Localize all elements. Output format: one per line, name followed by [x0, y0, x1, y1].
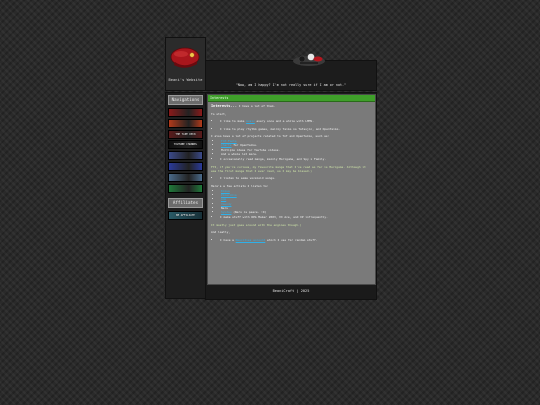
- list-item: I listen to some vocaloid songs.: [220, 176, 372, 180]
- nav-button-4[interactable]: YOUTUBE CHANNEL: [168, 140, 203, 150]
- interest-list-neocities: I have a Neocities account which I use f…: [211, 238, 372, 242]
- artist-item: Syudou (Neru is peace. :D): [221, 210, 372, 214]
- interest-list-games: I like to play rhythm games, mainly Taik…: [211, 127, 372, 131]
- affiliates-heading: Affiliates: [168, 197, 203, 208]
- nav-button-list: THE TAPE DECK YOUTUBE CHANNEL: [166, 108, 205, 193]
- nav-button-3[interactable]: THE TAPE DECK: [168, 129, 203, 139]
- main-panel: Interests Interests... I have a lot of t…: [205, 92, 377, 300]
- nav-button-label: THE TAPE DECK: [175, 132, 196, 136]
- text-span: which I use for random stuff.: [265, 237, 318, 242]
- nav-button-label: YOUTUBE CHANNEL: [173, 143, 198, 147]
- footer: BeaniCraft | 2025: [272, 289, 310, 293]
- nav-button-5[interactable]: [168, 151, 203, 161]
- interest-list-rpgmaker: I make stuff with RPG Maker 2003, VX Ace…: [211, 215, 372, 219]
- list-item: I make stuff with RPG Maker 2003, VX Ace…: [220, 215, 372, 219]
- lastly-text: And lastly,: [211, 230, 231, 235]
- interest-list-music: I like to make music every once and a wh…: [211, 119, 372, 123]
- artist-text: (Neru is peace. :D): [231, 209, 267, 214]
- projects-list: TnT FontsCharts for OpenTaiko.Multiple i…: [211, 139, 372, 156]
- nav-button-8[interactable]: [168, 183, 203, 193]
- artists-list: KikuoPinocchioAdoVaundyNeruSyudou (Neru …: [211, 189, 372, 214]
- project-item: And a whole lot more.: [221, 152, 372, 156]
- mascot-icon: [293, 53, 325, 66]
- intro-line: Interests... I have a lot of them.: [211, 104, 372, 108]
- nav-button-1[interactable]: [168, 108, 203, 117]
- intro-rest: I have a lot of them.: [236, 104, 276, 108]
- list-item: I like to play rhythm games, mainly Taik…: [220, 127, 372, 131]
- beret-logo-icon: [170, 47, 200, 68]
- text-span: I have a: [220, 237, 236, 242]
- logo-box: Beani's Website: [165, 37, 206, 91]
- neocities-link[interactable]: Neocities account: [236, 238, 266, 242]
- content-box: Interests Interests... I have a lot of t…: [207, 94, 376, 285]
- interest-list-manga: I occasionally read manga, mainly Morigu…: [211, 157, 372, 161]
- manga-note: FYI, if you're curious, my favourite man…: [211, 164, 366, 173]
- list-item: I like to make music every once and a wh…: [220, 119, 372, 123]
- text-span: every once and a while with LMMS.: [254, 119, 314, 123]
- nav-button-6[interactable]: [168, 161, 203, 171]
- affiliate-button-label: BE AFFILIATE: [176, 213, 195, 217]
- rpgmaker-note: It mostly just goes around with the engi…: [211, 222, 302, 227]
- projects-intro: I also have a lot of projects related to…: [211, 134, 330, 138]
- project-text: And a whole lot more.: [221, 151, 258, 156]
- music-link[interactable]: music: [246, 119, 255, 123]
- tab-interests[interactable]: Interests: [208, 95, 375, 102]
- nav-button-7[interactable]: [168, 172, 203, 182]
- header-banner: "Now, am I happy? I'm not really sure if…: [205, 53, 377, 91]
- affiliate-button[interactable]: BE AFFILIATE: [168, 210, 203, 220]
- interest-list-vocaloid: I listen to some vocaloid songs.: [211, 176, 372, 180]
- sidebar: Navigations THE TAPE DECK YOUTUBE CHANNEL…: [165, 92, 206, 299]
- content-body: Interests... I have a lot of them. To st…: [208, 102, 375, 247]
- artist-link[interactable]: Syudou: [221, 210, 231, 214]
- header-quote: "Now, am I happy? I'm not really sure if…: [235, 83, 347, 87]
- navigation-heading: Navigations: [168, 95, 203, 105]
- list-item: I occasionally read manga, mainly Morigu…: [220, 157, 372, 161]
- intro-heading: Interests...: [211, 104, 237, 108]
- site-container: Beani's Website "Now, am I happy? I'm no…: [165, 37, 377, 300]
- artists-intro: Here's a few artists I listen to:: [211, 183, 269, 188]
- list-item: I have a Neocities account which I use f…: [220, 238, 372, 242]
- to-start-text: To start,: [211, 111, 227, 116]
- nav-button-2[interactable]: [168, 118, 203, 128]
- site-title: Beani's Website: [168, 78, 203, 82]
- text-span: I like to make: [220, 119, 247, 123]
